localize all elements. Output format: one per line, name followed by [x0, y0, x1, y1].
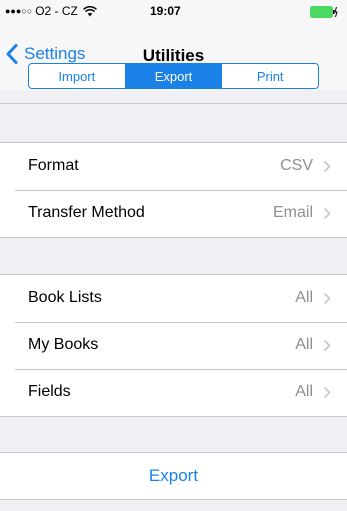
transfer-method-row[interactable]: Transfer Method Email — [0, 190, 347, 237]
row-label: Fields — [28, 383, 71, 400]
chevron-left-icon — [6, 44, 18, 64]
segment-print[interactable]: Print — [222, 64, 318, 88]
my-books-row[interactable]: My Books All — [0, 322, 347, 369]
book-lists-row[interactable]: Book Lists All — [0, 275, 347, 322]
chevron-right-icon — [323, 386, 331, 399]
back-button-label: Settings — [24, 44, 86, 63]
chevron-right-icon — [323, 160, 331, 173]
mode-segmented-control[interactable]: Import Export Print — [28, 63, 319, 89]
row-value: CSV — [280, 157, 313, 174]
export-settings-group: Format CSV Transfer Method Email — [0, 142, 347, 238]
chevron-right-icon — [323, 292, 331, 305]
row-value: Email — [272, 204, 313, 221]
row-label: Book Lists — [28, 289, 102, 306]
status-bar: ●●●○○ O2 - CZ 19:07 — [0, 0, 347, 24]
back-button[interactable]: Settings — [6, 44, 85, 64]
carrier-name: O2 - CZ — [35, 4, 78, 18]
signal-strength-indicator: ●●●○○ — [5, 6, 33, 16]
row-label: Format — [28, 157, 79, 174]
row-label: My Books — [28, 336, 99, 353]
chevron-right-icon — [323, 207, 331, 220]
segment-export[interactable]: Export — [125, 64, 223, 88]
battery-charging-icon — [310, 6, 338, 18]
row-value: All — [295, 336, 313, 353]
row-value: All — [295, 383, 313, 400]
status-time: 19:07 — [150, 4, 181, 18]
status-carrier-group: ●●●○○ O2 - CZ — [5, 4, 97, 18]
row-value: All — [295, 289, 313, 306]
fields-row[interactable]: Fields All — [0, 369, 347, 416]
row-label: Transfer Method — [28, 204, 145, 221]
export-content-group: Book Lists All My Books All Fields All — [0, 274, 347, 417]
chevron-right-icon — [323, 339, 331, 352]
wifi-icon — [82, 5, 97, 16]
action-group: Export — [0, 452, 347, 500]
format-row[interactable]: Format CSV — [0, 143, 347, 190]
nav-divider — [0, 103, 347, 104]
export-button[interactable]: Export — [0, 453, 347, 499]
segment-import[interactable]: Import — [29, 64, 126, 88]
